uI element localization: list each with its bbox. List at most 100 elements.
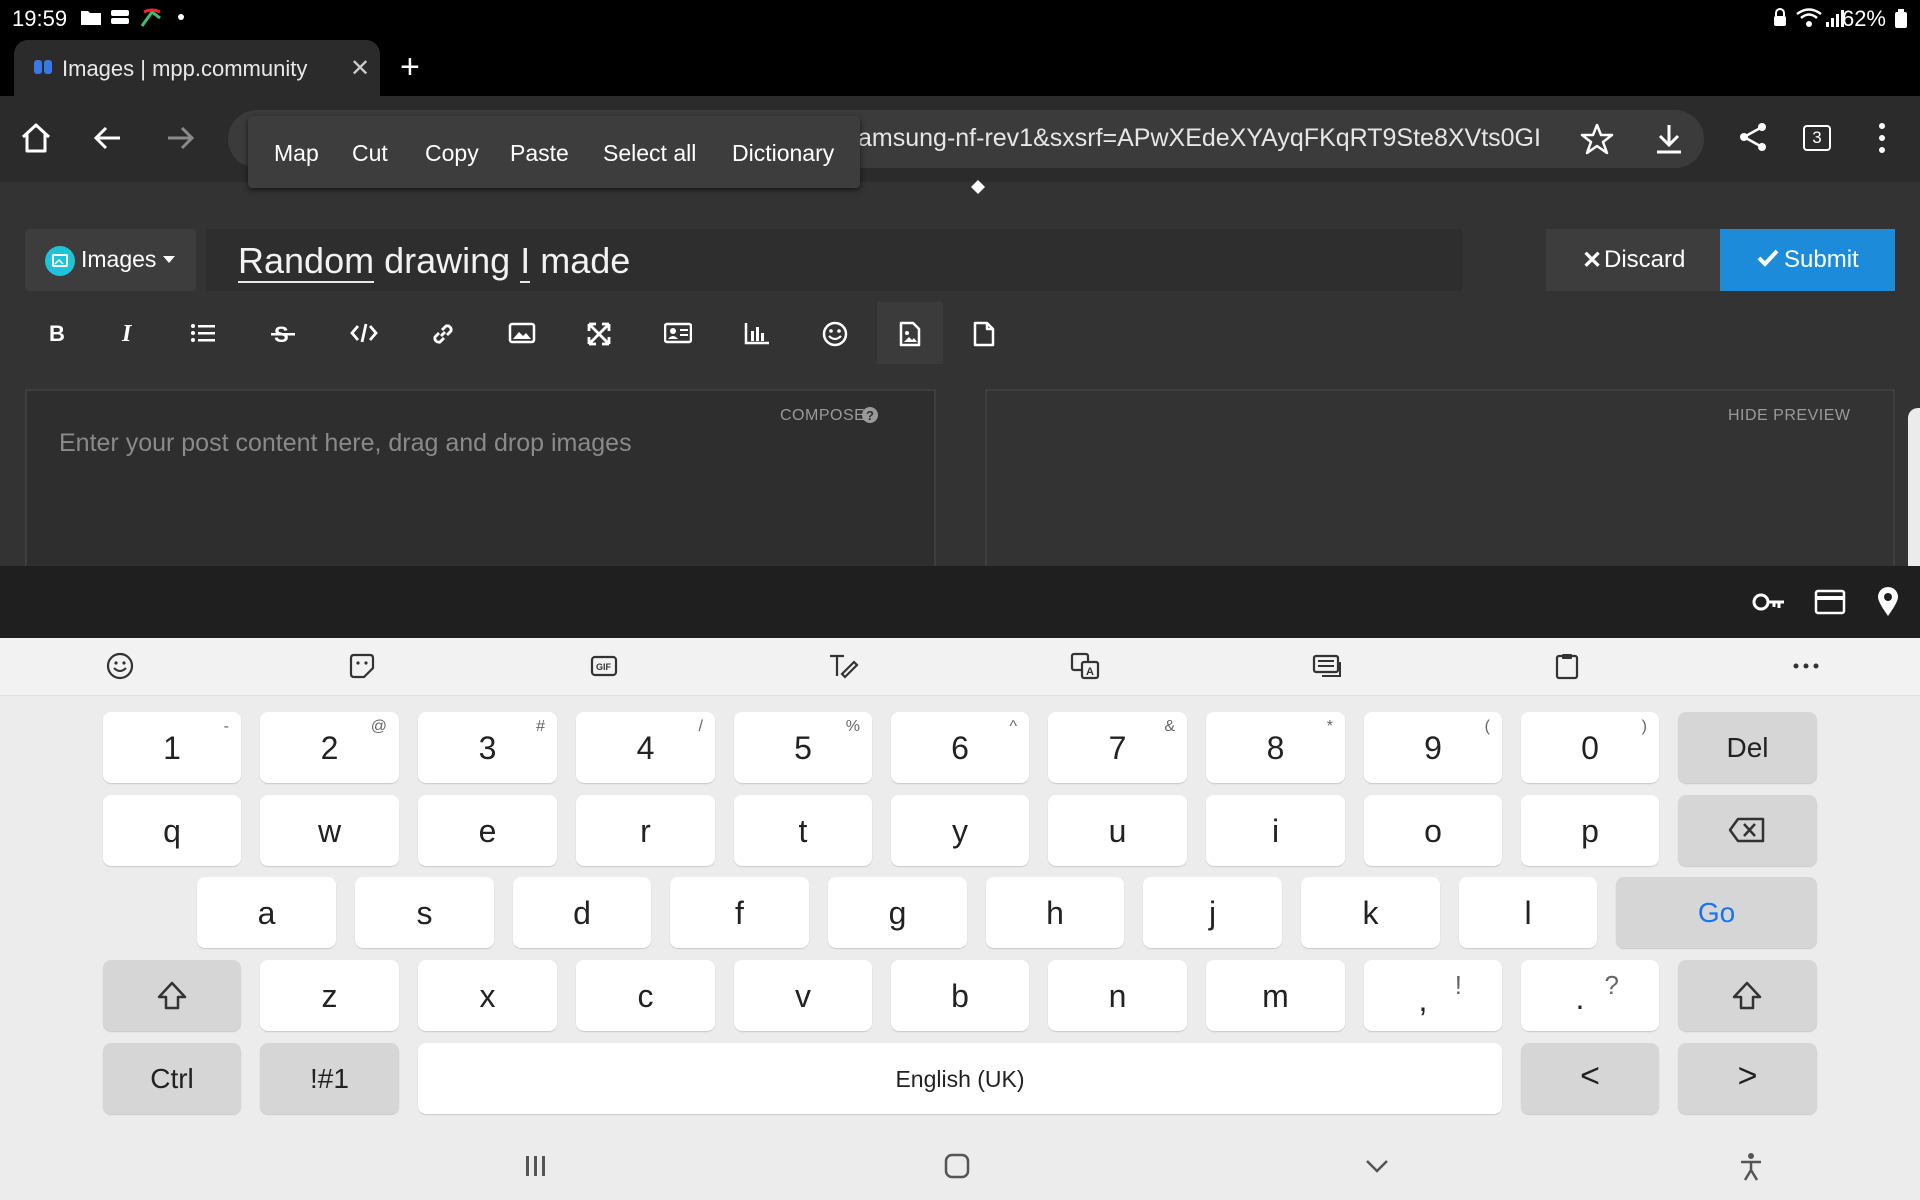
recent-apps-icon[interactable] (524, 1154, 548, 1178)
help-icon[interactable]: ? (861, 406, 879, 424)
key-c[interactable]: c (576, 960, 715, 1031)
sticker-icon[interactable] (348, 652, 376, 680)
key-h[interactable]: h (986, 877, 1124, 948)
key-2[interactable]: 2 @ (260, 712, 399, 783)
key-q[interactable]: q (103, 795, 241, 866)
key-g[interactable]: g (828, 877, 967, 948)
key-l[interactable]: l (1459, 877, 1597, 948)
strikethrough-button[interactable]: S (250, 302, 314, 364)
key-1[interactable]: 1- (103, 712, 241, 783)
key-8[interactable]: 8 * (1206, 712, 1345, 783)
upload-file-button[interactable] (951, 302, 1015, 364)
upload-image-button[interactable] (877, 302, 943, 364)
key-f[interactable]: f (670, 877, 809, 948)
key-j[interactable]: j (1143, 877, 1282, 948)
context-menu-item-cut[interactable]: Cut (352, 140, 388, 167)
compose-textarea[interactable]: COMPOSE ? Enter your post content here, … (25, 389, 936, 569)
forward-arrow-icon[interactable] (162, 120, 198, 156)
bookmark-star-icon[interactable] (1580, 122, 1616, 158)
tab-close-icon[interactable]: ✕ (350, 54, 370, 83)
clipboard-icon[interactable] (1554, 652, 1580, 680)
key-p[interactable]: p (1521, 795, 1659, 866)
gif-icon[interactable]: GIF (590, 652, 618, 680)
key-s[interactable]: s (355, 877, 494, 948)
post-title-input[interactable]: Random drawing I made (206, 229, 1463, 291)
emoji-button[interactable] (802, 302, 866, 364)
key-t[interactable]: t (734, 795, 872, 866)
key-k[interactable]: k (1301, 877, 1440, 948)
key-e[interactable]: e (418, 795, 557, 866)
key-x[interactable]: x (418, 960, 557, 1031)
key-i[interactable]: i (1206, 795, 1345, 866)
key-6[interactable]: 6 ^ (891, 712, 1029, 783)
key-5[interactable]: 5% (734, 712, 872, 783)
translate-icon[interactable]: A (1070, 652, 1100, 680)
url-text[interactable]: amsung-nf-rev1&sxsrf=APwXEdeXYAyqFKqRT9S… (858, 124, 1576, 153)
ctrl-key[interactable]: Ctrl (103, 1043, 241, 1114)
download-icon[interactable] (1652, 122, 1688, 158)
backspace-key[interactable] (1678, 795, 1817, 866)
share-icon[interactable] (1736, 120, 1772, 156)
cursor-left-key[interactable]: < (1521, 1043, 1659, 1114)
key-b[interactable]: b (891, 960, 1029, 1031)
credit-card-icon[interactable] (1814, 588, 1846, 616)
code-button[interactable] (330, 302, 394, 364)
key-9[interactable]: 9( (1364, 712, 1502, 783)
hide-preview-button[interactable]: HIDE PREVIEW (1728, 407, 1850, 425)
hide-keyboard-chevron-icon[interactable] (1364, 1156, 1390, 1176)
key-m[interactable]: m (1206, 960, 1345, 1031)
italic-button[interactable]: I (96, 302, 160, 364)
image-button[interactable] (488, 302, 552, 364)
home-icon[interactable] (18, 120, 54, 156)
more-options-icon[interactable] (1792, 652, 1820, 680)
key-z[interactable]: z (260, 960, 399, 1031)
key-period[interactable]: .? (1521, 960, 1659, 1031)
tab-switcher-button[interactable]: 3 (1803, 125, 1831, 151)
context-menu-item-map[interactable]: Map (274, 140, 319, 167)
submit-button[interactable]: Submit (1720, 229, 1895, 291)
del-key[interactable]: Del (1678, 712, 1817, 783)
emoji-icon[interactable] (106, 652, 134, 680)
discard-button[interactable]: ✕ Discard (1546, 229, 1720, 291)
browser-tab[interactable]: Images | mpp.community ✕ (14, 40, 380, 96)
poll-button[interactable] (724, 302, 788, 364)
key-r[interactable]: r (576, 795, 715, 866)
key-comma[interactable]: ,! (1364, 960, 1502, 1031)
cursor-right-key[interactable]: > (1678, 1043, 1817, 1114)
key-y[interactable]: y (891, 795, 1029, 866)
key-4[interactable]: 4/ (576, 712, 715, 783)
accessibility-icon[interactable] (1738, 1152, 1764, 1182)
key-v[interactable]: v (734, 960, 872, 1031)
context-menu-item-copy[interactable]: Copy (425, 140, 479, 167)
context-menu-item-paste[interactable]: Paste (510, 140, 569, 167)
key-icon[interactable] (1752, 588, 1786, 616)
new-tab-button[interactable]: + (400, 48, 420, 87)
location-pin-icon[interactable] (1876, 586, 1900, 618)
bold-button[interactable]: B (25, 302, 89, 364)
context-menu-item-dictionary[interactable]: Dictionary (732, 140, 834, 167)
home-button-icon[interactable] (944, 1153, 970, 1179)
key-7[interactable]: 7 & (1048, 712, 1187, 783)
list-button[interactable] (170, 302, 234, 364)
back-arrow-icon[interactable] (90, 120, 126, 156)
key-u[interactable]: u (1048, 795, 1187, 866)
shift-key-left[interactable] (103, 960, 241, 1031)
overflow-menu-icon[interactable] (1864, 120, 1900, 156)
spacebar[interactable]: English (UK) (418, 1043, 1502, 1114)
key-a[interactable]: a (197, 877, 336, 948)
fullscreen-button[interactable] (566, 302, 630, 364)
key-d[interactable]: d (513, 877, 651, 948)
key-3[interactable]: 3 # (418, 712, 557, 783)
shift-key-right[interactable] (1678, 960, 1817, 1031)
selection-handle[interactable] (971, 180, 985, 194)
go-key[interactable]: Go (1616, 877, 1817, 948)
key-0[interactable]: 0) (1521, 712, 1659, 783)
context-menu-item-select-all[interactable]: Select all (603, 140, 696, 167)
user-card-button[interactable] (644, 302, 708, 364)
link-button[interactable] (410, 302, 474, 364)
key-o[interactable]: o (1364, 795, 1502, 866)
key-n[interactable]: n (1048, 960, 1187, 1031)
keyboard-mode-icon[interactable] (1312, 652, 1342, 680)
handwriting-icon[interactable] (828, 652, 860, 680)
category-selector[interactable]: Images (25, 229, 196, 291)
